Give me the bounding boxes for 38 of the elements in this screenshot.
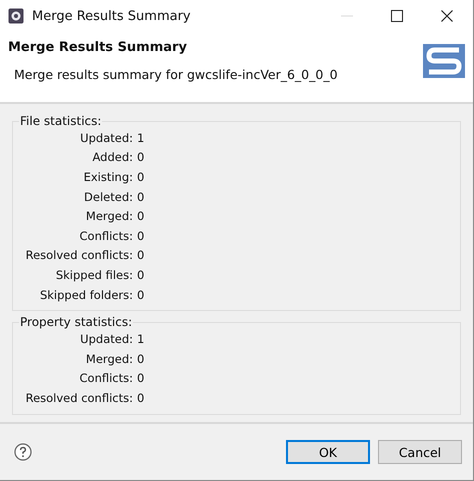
stat-label: Resolved conflicts: xyxy=(24,248,133,262)
stat-value: 0 xyxy=(137,170,144,184)
stat-label: Skipped files: xyxy=(54,268,133,282)
stat-value: 0 xyxy=(137,248,144,262)
stat-value: 0 xyxy=(137,352,144,366)
stat-value: 1 xyxy=(137,130,144,145)
dialog-title: Merge Results Summary xyxy=(8,40,188,55)
stat-label: Updated: xyxy=(79,130,133,145)
stat-label: Merged: xyxy=(84,209,133,224)
stat-label: Skipped folders: xyxy=(38,288,133,302)
stat-label: Resolved conflicts: xyxy=(24,390,133,405)
stat-label: Added: xyxy=(91,150,133,164)
maximize-icon[interactable] xyxy=(391,10,403,22)
stat-value: 0 xyxy=(137,288,144,302)
group-title: Property statistics: xyxy=(19,315,134,330)
banner-icon xyxy=(423,44,465,78)
stat-value: 0 xyxy=(137,268,144,282)
stat-value: 0 xyxy=(137,390,144,405)
ok-button[interactable]: OK xyxy=(286,440,370,464)
stat-label: Conflicts: xyxy=(78,371,133,386)
stat-value: 0 xyxy=(137,190,144,204)
stat-value: 0 xyxy=(137,371,144,386)
stat-value: 0 xyxy=(137,209,144,224)
stat-label: Conflicts: xyxy=(78,228,133,243)
stat-label: Deleted: xyxy=(83,190,133,204)
stat-value: 0 xyxy=(137,228,144,243)
stat-label: Updated: xyxy=(79,332,133,346)
stat-value: 1 xyxy=(137,332,144,346)
app-icon xyxy=(8,8,24,24)
cancel-button[interactable]: Cancel xyxy=(378,440,462,464)
dialog-description: Merge results summary for gwcslife-incVer_6_0_0_0 xyxy=(14,67,339,82)
close-icon[interactable] xyxy=(441,10,453,22)
stat-value: 0 xyxy=(137,150,144,164)
stat-label: Existing: xyxy=(82,170,133,184)
group-title: File statistics: xyxy=(19,114,102,128)
stat-label: Merged: xyxy=(84,352,133,366)
window-title: Merge Results Summary xyxy=(32,8,191,24)
help-icon[interactable] xyxy=(14,443,32,461)
